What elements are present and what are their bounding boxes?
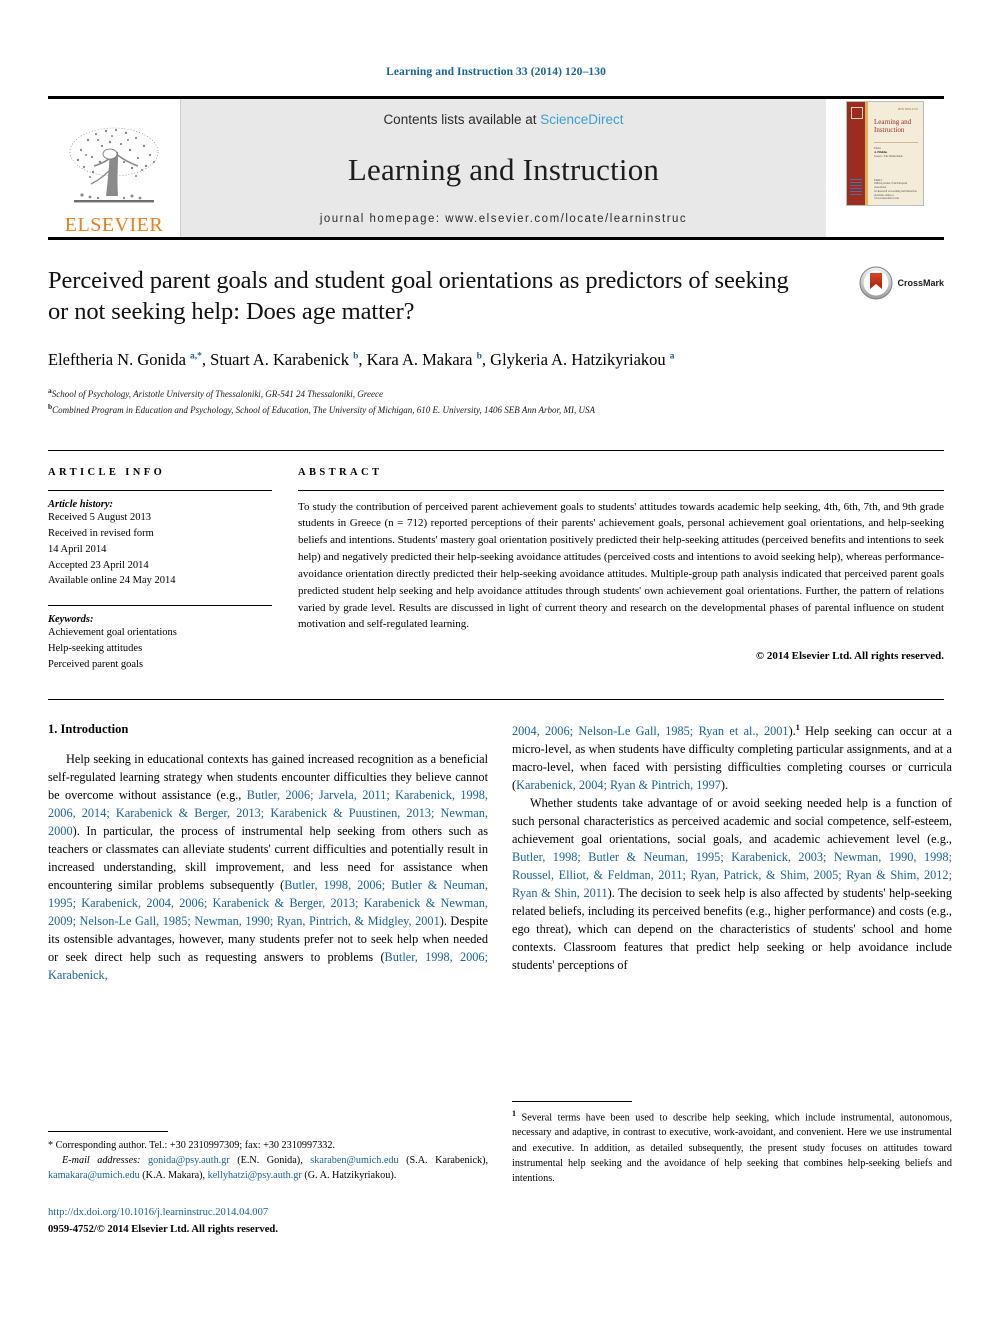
- footnote-1-marker: 1: [512, 1109, 516, 1118]
- affiliation-text-a: School of Psychology, Aristotle Universi…: [51, 388, 383, 399]
- history-item: Available online 24 May 2014: [48, 575, 176, 587]
- title-block: Perceived parent goals and student goal …: [48, 266, 944, 418]
- article-info-rule: [48, 489, 272, 491]
- keywords-label: Keywords:: [48, 614, 94, 626]
- history-item: Accepted 23 April 2014: [48, 559, 149, 571]
- elsevier-tree-icon: [69, 127, 159, 203]
- affiliation-b: bCombined Program in Education and Psych…: [48, 401, 944, 418]
- intro-paragraph-left: Help seeking in educational contexts has…: [48, 752, 488, 982]
- crossmark-badge[interactable]: CrossMark: [859, 266, 944, 300]
- contents-available-line: Contents lists available at ScienceDirec…: [383, 112, 623, 127]
- keyword-item: Help-seeking attitudes: [48, 643, 143, 655]
- section-heading-introduction: 1. Introduction: [48, 722, 129, 737]
- history-item: 14 April 2014: [48, 543, 107, 555]
- footnote-rule-right: [512, 1101, 632, 1102]
- contents-prefix: Contents lists available at: [383, 112, 541, 127]
- article-title: Perceived parent goals and student goal …: [48, 267, 789, 325]
- history-item: Received 5 August 2013: [48, 511, 151, 523]
- body-separator-rule: [48, 699, 944, 701]
- journal-title: Learning and Instruction: [347, 152, 660, 187]
- journal-homepage-line[interactable]: journal homepage: www.elsevier.com/locat…: [320, 213, 687, 225]
- abstract-rule: [298, 489, 944, 491]
- keywords-rule: [48, 605, 272, 607]
- article-info-heading: ARTICLE INFO: [48, 466, 166, 478]
- info-abstract-section: ARTICLE INFO Article history: Received 5…: [48, 449, 944, 674]
- cover-footer: EARLI Official journal of the European A…: [874, 179, 918, 202]
- abstract-heading: ABSTRACT: [298, 466, 383, 478]
- body-column-left: 1. Introduction Help seeking in educatio…: [48, 722, 488, 984]
- cover-divider: [874, 142, 918, 144]
- sciencedirect-link[interactable]: ScienceDirect: [540, 112, 623, 127]
- cover-spine: [847, 102, 865, 205]
- footnote-1-text: Several terms have been used to describe…: [512, 1112, 952, 1184]
- affiliation-a: aSchool of Psychology, Aristotle Univers…: [48, 385, 944, 402]
- affiliation-text-b: Combined Program in Education and Psycho…: [52, 405, 595, 416]
- journal-masthead: ELSEVIER Contents lists available at Sci…: [48, 96, 944, 237]
- cover-issn: ISSN 0959-4752: [897, 108, 918, 111]
- keywords-list: Achievement goal orientations Help-seeki…: [48, 625, 272, 673]
- cover-footer-line-2: for Research on Learning and Instruction: [874, 189, 917, 193]
- running-head: Learning and Instruction 33 (2014) 120–1…: [386, 66, 606, 78]
- body-columns: 1. Introduction Help seeking in educatio…: [48, 722, 952, 984]
- journal-article-page: Learning and Instruction 33 (2014) 120–1…: [0, 0, 992, 1323]
- cover-journal-name: Learning and Instruction: [874, 118, 912, 135]
- doi-block: http://dx.doi.org/10.1016/j.learninstruc…: [48, 1205, 488, 1238]
- keyword-item: Perceived parent goals: [48, 659, 144, 671]
- doi-link[interactable]: http://dx.doi.org/10.1016/j.learninstruc…: [48, 1205, 488, 1221]
- abstract-text: To study the contribution of perceived p…: [298, 500, 944, 631]
- intro-paragraph-right-1: 2004, 2006; Nelson-Le Gall, 1985; Ryan e…: [512, 723, 953, 793]
- cover-body: ISSN 0959-4752 Learning and Instruction …: [868, 102, 923, 205]
- cover-editor-affiliation: Greece / The Netherlands: [874, 155, 903, 159]
- footnote-1: 1 Several terms have been used to descri…: [512, 1108, 952, 1186]
- history-item: Received in revised form: [48, 527, 154, 539]
- article-info-column: ARTICLE INFO Article history: Received 5…: [48, 467, 298, 674]
- footnote-rule-left: [48, 1131, 168, 1132]
- corresponding-author-note: * Corresponding author. Tel.: +30 231099…: [48, 1140, 336, 1151]
- issn-copyright-line: 0959-4752/© 2014 Elsevier Ltd. All right…: [48, 1223, 278, 1235]
- masthead-bottom-rule: [48, 237, 944, 240]
- affiliations: aSchool of Psychology, Aristotle Univers…: [48, 385, 944, 418]
- author-list: Eleftheria N. Gonida a,*, Stuart A. Kara…: [48, 349, 675, 369]
- body-column-right: 2004, 2006; Nelson-Le Gall, 1985; Ryan e…: [512, 722, 952, 984]
- article-history-label: Article history:: [48, 498, 114, 510]
- footnote-block-right: 1 Several terms have been used to descri…: [512, 1101, 952, 1186]
- cover-footer-line-3: Available online at www.sciencedirect.co…: [874, 193, 899, 201]
- elsevier-logo-block: ELSEVIER: [48, 99, 181, 237]
- journal-cover-image: ISSN 0959-4752 Learning and Instruction …: [846, 101, 924, 206]
- abstract-copyright: © 2014 Elsevier Ltd. All rights reserved…: [755, 650, 944, 663]
- abstract-column: ABSTRACT To study the contribution of pe…: [298, 467, 944, 674]
- cover-footer-line-1: Official journal of the European Associa…: [874, 182, 908, 189]
- keyword-item: Achievement goal orientations: [48, 627, 177, 639]
- crossmark-label: CrossMark: [897, 278, 944, 288]
- intro-paragraph-right-2: Whether students take advantage of or av…: [512, 796, 952, 972]
- email-addresses-note: E-mail addresses: gonida@psy.auth.gr (E.…: [48, 1153, 488, 1183]
- footnote-block-left: * Corresponding author. Tel.: +30 231099…: [48, 1131, 488, 1238]
- elsevier-wordmark: ELSEVIER: [64, 214, 164, 236]
- masthead-center: Contents lists available at ScienceDirec…: [181, 99, 826, 237]
- journal-cover-block: ISSN 0959-4752 Learning and Instruction …: [826, 99, 944, 237]
- email-addresses-label: E-mail addresses:: [62, 1155, 141, 1167]
- article-history-list: Received 5 August 2013 Received in revis…: [48, 510, 272, 590]
- crossmark-icon: [859, 266, 893, 300]
